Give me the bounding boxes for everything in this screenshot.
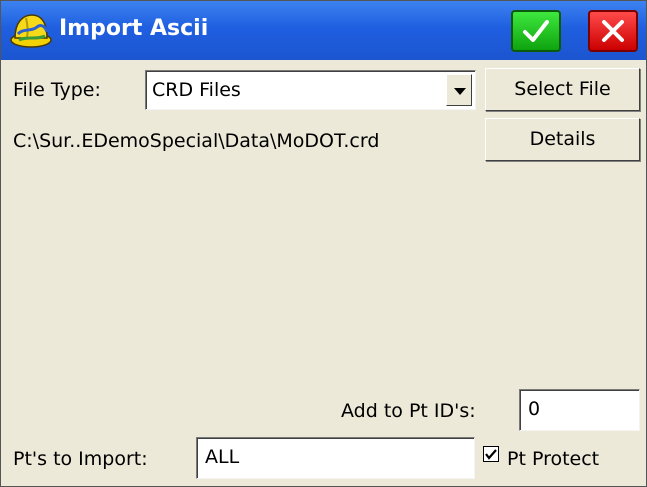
close-icon <box>602 20 624 42</box>
file-type-select[interactable]: CRD Files <box>145 70 476 110</box>
import-ascii-window: Import Ascii File Type: CRD Files Select… <box>0 0 647 487</box>
pt-protect-label[interactable]: Pt Protect <box>507 447 599 471</box>
file-type-value: CRD Files <box>152 79 241 101</box>
title-bar: Import Ascii <box>1 1 646 60</box>
dropdown-arrow-icon[interactable] <box>446 74 472 106</box>
file-type-label: File Type: <box>13 79 101 101</box>
window-title: Import Ascii <box>59 16 209 41</box>
add-to-ptid-input[interactable]: 0 <box>519 389 640 431</box>
pts-to-import-input[interactable]: ALL <box>196 437 475 479</box>
hardhat-app-icon <box>10 14 52 48</box>
details-button[interactable]: Details <box>485 118 640 161</box>
file-path-label: C:\Sur..EDemoSpecial\Data\MoDOT.crd <box>13 130 380 152</box>
select-file-button[interactable]: Select File <box>485 68 640 111</box>
pts-to-import-label: Pt's to Import: <box>13 448 148 470</box>
add-to-ptid-label: Add to Pt ID's: <box>341 400 476 422</box>
pt-protect-checkbox[interactable] <box>483 446 499 462</box>
ok-button[interactable] <box>511 10 561 52</box>
checkmark-icon <box>523 20 549 42</box>
checkmark-icon <box>485 449 497 460</box>
close-button[interactable] <box>588 10 638 52</box>
